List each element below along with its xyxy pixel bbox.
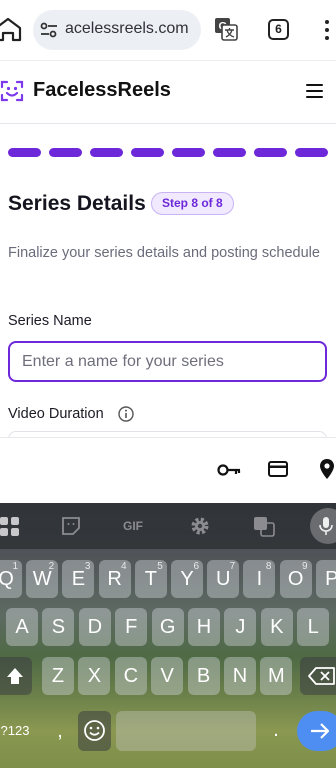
url-text[interactable]: acelessreels.com <box>65 20 189 38</box>
emoji-key[interactable] <box>78 711 111 751</box>
period-key[interactable]: . <box>262 711 290 751</box>
enter-key[interactable] <box>297 711 336 751</box>
progress-segment <box>254 148 287 157</box>
key-hint-number: 5 <box>157 561 163 572</box>
key-k[interactable]: K <box>260 608 293 646</box>
progress-segment <box>213 148 246 157</box>
key-q[interactable]: Q1 <box>0 560 22 598</box>
gif-button[interactable]: GIF <box>123 515 143 537</box>
more-options-icon[interactable] <box>322 18 332 42</box>
key-c[interactable]: C <box>114 657 147 695</box>
space-bar[interactable] <box>116 711 256 751</box>
key-m[interactable]: M <box>260 657 293 695</box>
translate-icon[interactable] <box>253 515 275 537</box>
progress-segment <box>172 148 205 157</box>
autofill-bar <box>0 437 336 503</box>
address-bar[interactable]: acelessreels.com <box>33 10 201 50</box>
apps-grid-icon[interactable] <box>0 515 20 537</box>
key-hint-number: 9 <box>302 561 308 572</box>
key-icon[interactable] <box>217 462 241 478</box>
progress-segment <box>131 148 164 157</box>
key-o[interactable]: O9 <box>279 560 312 598</box>
key-s[interactable]: S <box>42 608 75 646</box>
home-icon[interactable] <box>0 16 22 42</box>
backspace-key[interactable] <box>300 657 336 695</box>
location-pin-icon[interactable] <box>319 458 335 480</box>
settings-gear-icon[interactable] <box>190 515 210 537</box>
key-hint-number: 7 <box>229 561 236 572</box>
site-settings-icon[interactable] <box>39 20 59 40</box>
series-name-input[interactable] <box>8 341 327 382</box>
arrow-right-icon <box>311 723 330 739</box>
key-u[interactable]: U7 <box>207 560 240 598</box>
key-l[interactable]: L <box>297 608 330 646</box>
brand-name[interactable]: FacelessReels <box>33 79 171 102</box>
shift-arrow-icon <box>7 668 23 684</box>
key-g[interactable]: G <box>151 608 184 646</box>
key-x[interactable]: X <box>78 657 111 695</box>
key-z[interactable]: Z <box>42 657 74 695</box>
key-b[interactable]: B <box>187 657 220 695</box>
smiley-logo-icon[interactable] <box>0 79 24 103</box>
progress-segment <box>8 148 41 157</box>
progress-segment <box>295 148 328 157</box>
key-hint-number: 2 <box>48 561 55 572</box>
key-i[interactable]: I8 <box>243 560 276 598</box>
series-name-label: Series Name <box>8 313 92 329</box>
shift-key[interactable] <box>0 657 32 695</box>
key-hint-number: 8 <box>265 561 272 572</box>
progress-segment <box>90 148 123 157</box>
key-hint-number: 6 <box>193 561 199 572</box>
key-d[interactable]: D <box>78 608 111 646</box>
page-subtitle: Finalize your series details and posting… <box>8 245 320 261</box>
sticker-icon[interactable] <box>61 515 81 537</box>
key-t[interactable]: T5 <box>134 560 167 598</box>
key-p[interactable]: P0 <box>315 560 336 598</box>
key-h[interactable]: H <box>188 608 220 646</box>
step-progress-bar <box>8 148 328 157</box>
hamburger-menu-icon[interactable] <box>306 84 323 98</box>
key-v[interactable]: V <box>151 657 184 695</box>
backspace-icon <box>308 667 335 685</box>
microphone-button[interactable] <box>310 508 336 544</box>
tab-switcher-button[interactable]: 6 <box>268 19 289 40</box>
key-w[interactable]: W2 <box>26 560 59 598</box>
key-a[interactable]: A <box>6 608 38 646</box>
browser-toolbar: acelessreels.com G 6 <box>0 0 336 60</box>
video-duration-label: Video Duration <box>8 406 104 422</box>
key-r[interactable]: R4 <box>98 560 131 598</box>
translate-icon[interactable]: G <box>214 17 238 41</box>
microphone-icon <box>319 517 333 535</box>
step-badge: Step 8 of 8 <box>151 192 234 215</box>
credit-card-icon[interactable] <box>268 461 288 477</box>
comma-key[interactable]: , <box>46 711 74 751</box>
keyboard-toolbar: GIF <box>0 503 336 549</box>
key-hint-number: 4 <box>121 561 127 572</box>
page-title: Series Details <box>8 192 146 215</box>
key-y[interactable]: Y6 <box>171 560 203 598</box>
info-icon[interactable] <box>118 406 134 422</box>
key-hint-number: 3 <box>84 561 91 572</box>
key-f[interactable]: F <box>115 608 148 646</box>
symbols-key[interactable]: ?123 <box>0 711 38 751</box>
key-hint-number: 1 <box>12 561 18 572</box>
on-screen-keyboard: GIF ?123 , . Q1W2E3R4T5Y6U7 I 8 O 9 P A … <box>0 503 336 768</box>
key-e[interactable]: E3 <box>62 560 95 598</box>
site-header: FacelessReels <box>0 60 336 124</box>
key-n[interactable]: N <box>224 657 256 695</box>
progress-segment <box>49 148 82 157</box>
key-j[interactable]: J <box>224 608 257 646</box>
emoji-icon <box>84 720 105 741</box>
